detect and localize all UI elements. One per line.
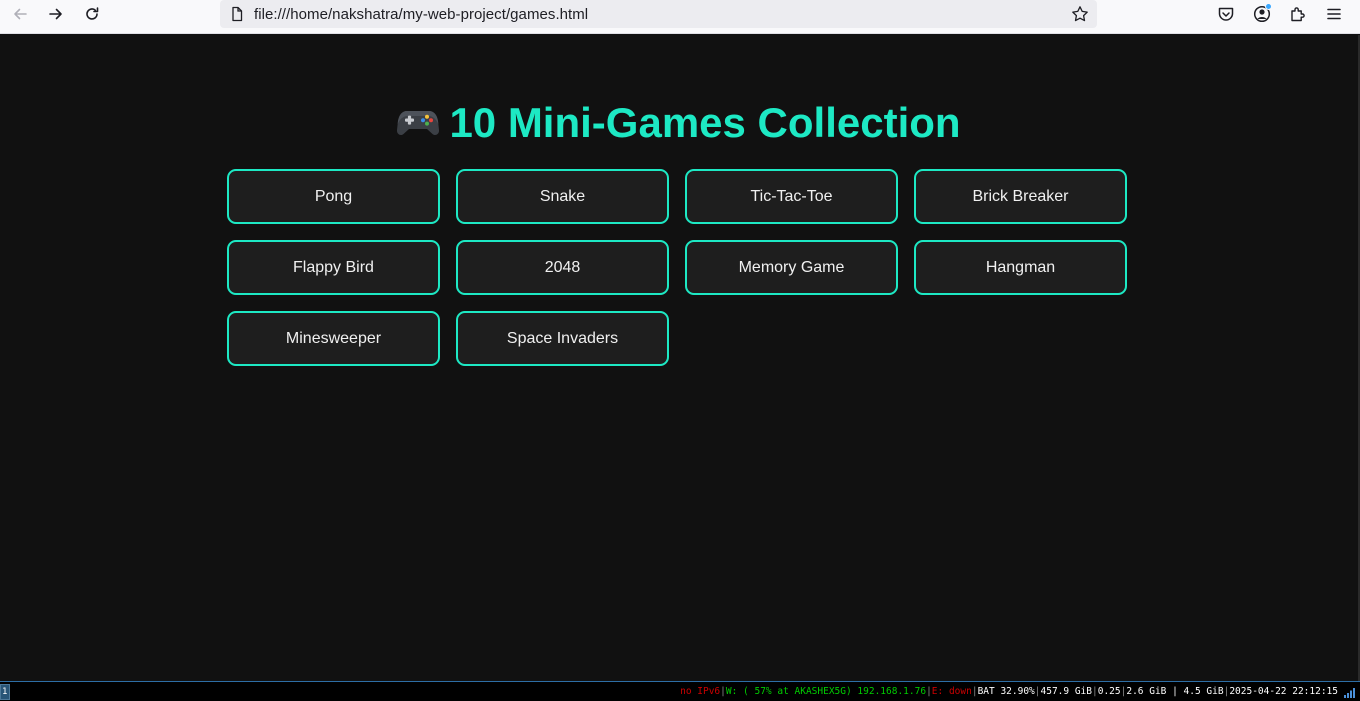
network-signal-icon[interactable]	[1344, 687, 1356, 698]
battery-status: BAT 32.90%	[977, 686, 1035, 697]
account-button[interactable]	[1251, 3, 1273, 25]
extensions-button[interactable]	[1287, 3, 1309, 25]
game-controller-icon	[397, 111, 440, 135]
ipv6-status: no IPv6	[680, 686, 721, 697]
reload-icon	[86, 7, 99, 20]
game-button-snake[interactable]: Snake	[456, 169, 669, 224]
forward-icon	[49, 8, 62, 20]
bookmark-star-icon[interactable]	[1071, 5, 1089, 23]
load-status: 0.25	[1097, 686, 1121, 697]
memory-status: 2.6 GiB | 4.5 GiB	[1126, 686, 1224, 697]
game-button-2048[interactable]: 2048	[456, 240, 669, 295]
menu-icon	[1327, 8, 1341, 20]
disk-status: 457.9 GiB	[1040, 686, 1092, 697]
ethernet-status: E: down	[931, 686, 972, 697]
forward-button[interactable]	[42, 1, 70, 27]
status-line: no IPv6|W: ( 57% at AKASHEX5G) 192.168.1…	[680, 686, 1338, 697]
game-button-pong[interactable]: Pong	[227, 169, 440, 224]
game-button-brick-breaker[interactable]: Brick Breaker	[914, 169, 1127, 224]
game-button-minesweeper[interactable]: Minesweeper	[227, 311, 440, 366]
reload-button[interactable]	[78, 1, 106, 27]
page-title: 10 Mini-Games Collection	[0, 99, 1358, 147]
wifi-status: W: ( 57% at AKASHEX5G) 192.168.1.76	[725, 686, 927, 697]
url-bar[interactable]: file:///home/nakshatra/my-web-project/ga…	[220, 0, 1097, 28]
game-button-flappy-bird[interactable]: Flappy Bird	[227, 240, 440, 295]
extensions-icon	[1291, 7, 1305, 22]
pocket-button[interactable]	[1215, 3, 1237, 25]
notification-dot	[1265, 3, 1272, 10]
game-button-hangman[interactable]: Hangman	[914, 240, 1127, 295]
system-status-bar: 1 no IPv6|W: ( 57% at AKASHEX5G) 192.168…	[0, 681, 1360, 701]
page-body: 10 Mini-Games Collection Pong Snake Tic-…	[0, 35, 1358, 681]
page-title-text: 10 Mini-Games Collection	[449, 99, 961, 146]
pocket-icon	[1218, 7, 1234, 21]
workspace-button[interactable]: 1	[0, 684, 10, 700]
page-icon	[232, 6, 243, 22]
back-button[interactable]	[6, 1, 34, 27]
back-icon	[14, 8, 27, 20]
game-button-space-invaders[interactable]: Space Invaders	[456, 311, 669, 366]
game-button-memory-game[interactable]: Memory Game	[685, 240, 898, 295]
browser-toolbar: file:///home/nakshatra/my-web-project/ga…	[0, 0, 1360, 34]
datetime-status: 2025-04-22 22:12:15	[1229, 686, 1338, 697]
game-button-tic-tac-toe[interactable]: Tic-Tac-Toe	[685, 169, 898, 224]
url-text[interactable]: file:///home/nakshatra/my-web-project/ga…	[254, 6, 588, 23]
menu-button[interactable]	[1323, 3, 1345, 25]
